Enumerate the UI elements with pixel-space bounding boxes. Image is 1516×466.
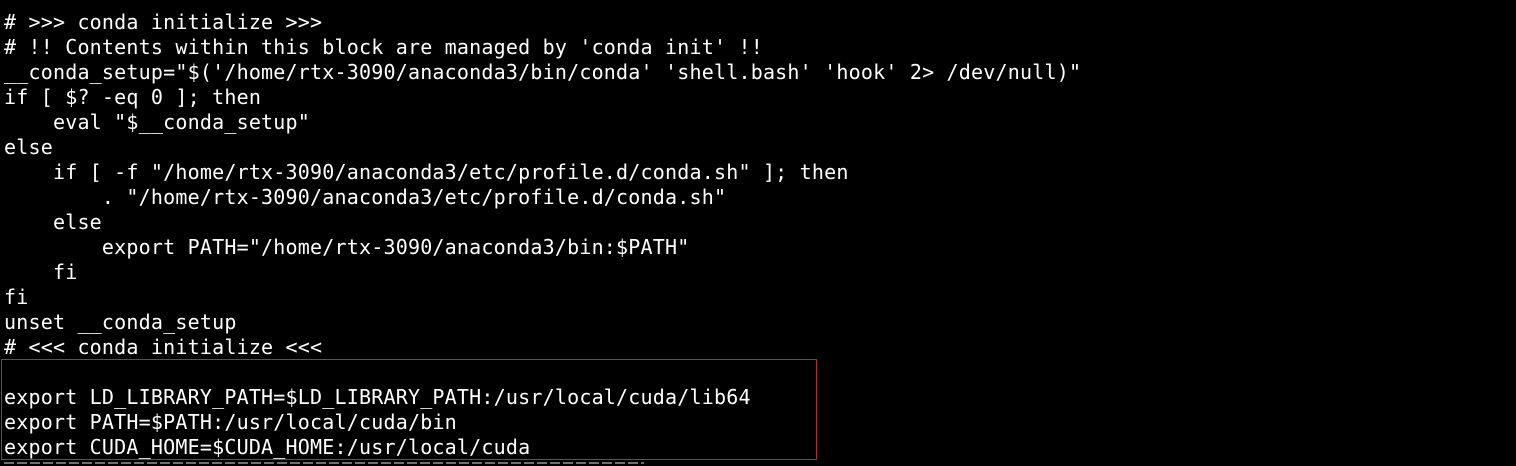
terminal-window[interactable]: # >>> conda initialize >>> # !! Contents… (0, 0, 1516, 466)
line-14: # <<< conda initialize <<< (4, 335, 323, 359)
line-13: unset __conda_setup (4, 310, 237, 334)
line-2: # !! Contents within this block are mana… (4, 35, 763, 59)
line-3: __conda_setup="$('/home/rtx-3090/anacond… (4, 60, 1082, 84)
line-1: # >>> conda initialize >>> (4, 10, 323, 34)
line-10: export PATH="/home/rtx-3090/anaconda3/bi… (4, 235, 690, 259)
line-4: if [ $? -eq 0 ]; then (4, 85, 262, 109)
line-16: export LD_LIBRARY_PATH=$LD_LIBRARY_PATH:… (4, 385, 751, 409)
clipped-next-line (4, 460, 644, 466)
line-11: fi (4, 260, 78, 284)
line-12: fi (4, 285, 29, 309)
line-7: if [ -f "/home/rtx-3090/anaconda3/etc/pr… (4, 160, 849, 184)
line-8: . "/home/rtx-3090/anaconda3/etc/profile.… (4, 185, 727, 209)
line-6: else (4, 135, 53, 159)
line-18: export CUDA_HOME=$CUDA_HOME:/usr/local/c… (4, 435, 531, 459)
terminal-text: # >>> conda initialize >>> # !! Contents… (4, 10, 1081, 460)
line-17: export PATH=$PATH:/usr/local/cuda/bin (4, 410, 457, 434)
line-9: else (4, 210, 102, 234)
line-15 (4, 360, 1081, 385)
line-5: eval "$__conda_setup" (4, 110, 311, 134)
